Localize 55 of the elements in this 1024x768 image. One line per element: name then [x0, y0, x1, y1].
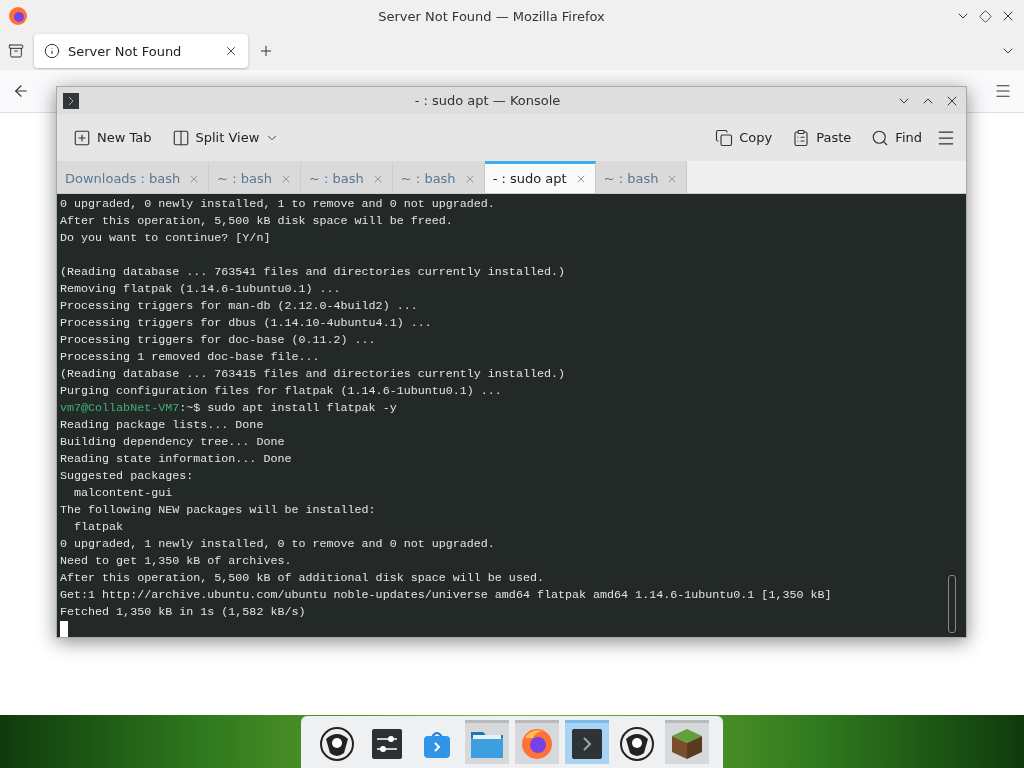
new-tab-icon [73, 128, 91, 147]
terminal-line: Get:1 http://archive.ubuntu.com/ubuntu noble-updates/universe amd64 flatpak amd64 1.14.6-1ubuntu0.1 [1,350 kB] [60, 586, 833, 604]
terminal-line: Processing triggers for dbus (1.14.10-4ubuntu4.1) ... [60, 314, 433, 332]
toolbar-button[interactable]: Paste [786, 124, 858, 151]
text-cursor [60, 620, 68, 637]
sliders-icon [372, 728, 402, 759]
clipboard-icon [792, 128, 811, 147]
terminal-prompt-line: vm7@CollabNet-VM7:~$ sudo apt install flatpak -y [60, 399, 398, 417]
terminal-line: Removing flatpak (1.14.6-1ubuntu0.1) ... [60, 280, 342, 298]
maximize-icon[interactable] [979, 9, 992, 23]
terminal-line: Need to get 1,350 kB of archives. [60, 552, 293, 570]
copy-icon [715, 128, 734, 147]
terminal-line: (Reading database ... 763415 files and directories currently installed.) [60, 365, 566, 383]
window-title: - : sudo apt — Konsole [413, 93, 562, 108]
terminal-line: Reading package lists... Done [60, 416, 265, 434]
terminal-line: Purging configuration files for flatpak (1.14.6-1ubuntu0.1) ... [60, 382, 503, 400]
terminal-icon [572, 728, 602, 759]
terminal-line: Processing triggers for doc-base (0.11.2) ... [60, 331, 377, 349]
browser-logo-icon [8, 6, 28, 26]
scrollbar-thumb[interactable] [948, 575, 956, 633]
toolbar-button[interactable]: Split View [165, 124, 286, 151]
terminal-line: Do you want to continue? [Y/n] [60, 230, 272, 247]
menu-icon[interactable] [994, 82, 1012, 100]
terminal-line: 0 upgraded, 0 newly installed, 1 to remove and 0 not upgraded. [60, 196, 496, 213]
window-title: Server Not Found — Mozilla Firefox [377, 8, 606, 24]
terminal-line: (Reading database ... 763541 files and directories currently installed.) [60, 263, 566, 281]
terminal-line: After this operation, 5,500 kB of additional disk space will be used. [60, 569, 545, 587]
dock-item[interactable] [665, 720, 709, 764]
terminal-line: flatpak [73, 518, 125, 536]
terminal-tab[interactable]: - : sudo apt [484, 161, 596, 193]
terminal-line: Fetched 1,350 kB in 1s (1,582 kB/s) [60, 603, 307, 621]
terminal-line: Processing 1 removed doc-base file... [60, 348, 321, 366]
terminal-line: The following NEW packages will be installed: [60, 501, 377, 519]
search-icon [871, 128, 890, 147]
terminal-icon [63, 92, 79, 109]
toolbar-button[interactable]: Find [865, 124, 928, 151]
back-icon[interactable] [12, 82, 30, 100]
terminal-line: After this operation, 5,500 kB disk space will be freed. [60, 213, 454, 230]
terminal-line: Processing triggers for man-db (2.12.0-4build2) ... [60, 297, 419, 315]
info-icon [44, 43, 60, 59]
grass-block-icon [671, 727, 703, 760]
toolbar-button[interactable]: Copy [709, 124, 779, 151]
toolbar-button[interactable]: New Tab [67, 124, 158, 151]
terminal-line: Building dependency tree... Done [60, 433, 286, 451]
tab-close-icon[interactable] [224, 44, 238, 58]
folder-icon [471, 729, 503, 758]
split-view-icon [171, 128, 190, 147]
browser-tab[interactable]: Server Not Found [34, 34, 248, 68]
terminal-line: Reading state information... Done [60, 450, 293, 468]
new-tab-icon[interactable] [258, 43, 274, 59]
dock-item[interactable] [565, 720, 609, 764]
terminal-line: malcontent-gui [73, 484, 174, 502]
terminal-line: Suggested packages: [60, 467, 195, 485]
archive-box-icon[interactable] [8, 43, 24, 59]
terminal-line: 0 upgraded, 1 newly installed, 0 to remove and 0 not upgraded. [60, 535, 496, 553]
